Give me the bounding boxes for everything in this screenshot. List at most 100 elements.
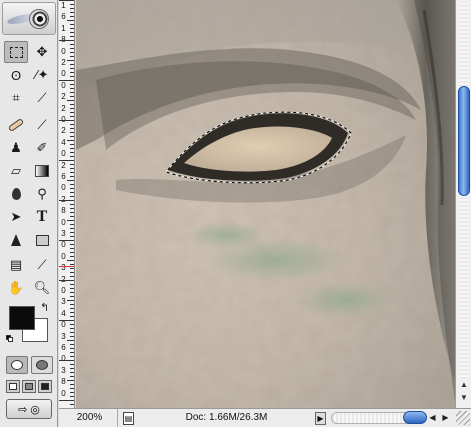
ruler-tick xyxy=(70,336,74,337)
ruler-tick xyxy=(70,292,74,293)
ruler-tick xyxy=(70,404,74,405)
ruler-tick xyxy=(70,24,74,25)
move-tool[interactable]: ✥ xyxy=(30,41,54,63)
ruler-tick xyxy=(70,248,74,249)
document-size-info: Doc: 1.66M/26.3M xyxy=(185,412,268,423)
ruler-cursor-marker xyxy=(59,266,74,267)
hand-icon: ✋ xyxy=(7,280,25,295)
document-canvas[interactable] xyxy=(76,0,455,408)
resize-grip[interactable] xyxy=(456,411,470,425)
hand-tool[interactable]: ✋ xyxy=(4,277,28,299)
crop-tool[interactable]: ⌗ xyxy=(4,87,28,109)
ruler-tick xyxy=(70,184,74,185)
foreground-color-swatch[interactable] xyxy=(9,306,35,330)
vertical-scrollbar[interactable]: ▲ ▼ xyxy=(455,0,471,408)
ruler-tick xyxy=(70,32,74,33)
imageready-icon: ◎ xyxy=(30,403,40,416)
ruler-label: 8 xyxy=(61,206,66,216)
ruler-tick xyxy=(70,48,74,49)
path-selection-tool[interactable]: ➤ xyxy=(4,206,28,228)
scroll-right-arrow[interactable]: ▶ xyxy=(440,412,451,424)
full-screen-button[interactable] xyxy=(38,380,52,393)
ruler-tick xyxy=(70,196,74,197)
ruler-tick xyxy=(70,108,74,109)
rectangular-marquee-tool[interactable] xyxy=(4,41,28,63)
ruler-tick xyxy=(70,192,74,193)
scroll-up-arrow[interactable]: ▲ xyxy=(458,380,470,392)
ruler-label: 4 xyxy=(61,308,66,318)
notes-tool[interactable]: ▤ xyxy=(4,254,28,276)
marquee-icon xyxy=(9,46,23,58)
ruler-tick xyxy=(70,16,74,17)
zoom-icon: 🔍︎ xyxy=(33,280,51,295)
notes-icon: ▤ xyxy=(9,257,23,272)
ruler-label: 4 xyxy=(61,137,66,147)
ruler-tick xyxy=(70,188,74,189)
arrow-right-icon: ⇨ xyxy=(18,403,28,416)
ruler-tick xyxy=(70,56,74,57)
default-colors-icon[interactable] xyxy=(6,335,13,342)
eraser-tool[interactable]: ▱ xyxy=(4,160,28,182)
ruler-tick xyxy=(70,312,74,313)
eyedropper-tool[interactable]: ⟋ xyxy=(30,254,54,276)
ruler-tick xyxy=(59,120,74,121)
lasso-tool[interactable]: ʘ xyxy=(4,64,28,86)
ruler-tick xyxy=(70,8,74,9)
healing-brush-tool[interactable] xyxy=(4,114,28,136)
eraser-icon: ▱ xyxy=(11,163,21,178)
pen-tool[interactable] xyxy=(4,229,28,251)
standard-mode-button[interactable] xyxy=(6,356,28,374)
ruler-tick xyxy=(67,60,74,61)
type-tool[interactable]: T xyxy=(30,206,54,228)
standard-mode-icon xyxy=(11,360,23,370)
ruler-tick xyxy=(67,100,74,101)
rectangle-tool[interactable] xyxy=(30,229,54,251)
vertical-ruler: 16180200220240260280300320340360380 xyxy=(59,0,75,408)
jump-to-imageready-button[interactable]: ⇨ ◎ xyxy=(6,399,52,419)
ruler-label: 2 xyxy=(61,126,66,136)
ruler-tick xyxy=(70,84,74,85)
type-icon: T xyxy=(36,208,48,225)
blur-tool[interactable] xyxy=(4,183,28,205)
full-screen-menu-button[interactable] xyxy=(22,380,36,393)
history-brush-tool[interactable]: ✐ xyxy=(30,137,54,159)
scroll-left-arrow[interactable]: ◀ xyxy=(427,412,438,424)
magic-wand-tool[interactable]: ⁄✦ xyxy=(30,64,54,86)
status-menu-arrow[interactable]: ▶ xyxy=(315,412,326,425)
brush-tool[interactable]: ⟋ xyxy=(30,114,54,136)
ruler-tick xyxy=(70,308,74,309)
ruler-tick xyxy=(70,252,74,253)
zoom-tool[interactable]: 🔍︎ xyxy=(30,277,54,299)
quick-mask-button[interactable] xyxy=(31,356,53,374)
ruler-tick xyxy=(59,240,74,241)
document-icon[interactable]: ▤ xyxy=(123,412,134,425)
ruler-tick xyxy=(70,324,74,325)
dodge-tool[interactable]: ⚲ xyxy=(30,183,54,205)
gradient-tool[interactable] xyxy=(30,160,54,182)
ruler-tick xyxy=(70,76,74,77)
ruler-tick xyxy=(70,12,74,13)
ruler-tick xyxy=(70,216,74,217)
ruler-tick xyxy=(70,152,74,153)
slice-tool[interactable]: ⟋ xyxy=(30,87,54,109)
zoom-level-field[interactable]: 200% xyxy=(62,409,118,427)
ruler-label: 3 xyxy=(61,365,66,375)
drop-icon xyxy=(11,188,21,200)
ruler-label: 1 xyxy=(61,23,66,33)
ruler-tick xyxy=(70,68,74,69)
standard-screen-button[interactable] xyxy=(6,380,20,393)
photo-closeup xyxy=(76,0,455,408)
swap-colors-icon[interactable]: ↰ xyxy=(40,301,49,314)
scroll-thumb[interactable] xyxy=(458,86,470,196)
ruler-tick xyxy=(70,128,74,129)
ruler-tick xyxy=(70,36,74,37)
ruler-tick xyxy=(70,124,74,125)
photoshop-logo[interactable] xyxy=(2,2,56,35)
ruler-tick xyxy=(70,104,74,105)
scroll-down-arrow[interactable]: ▼ xyxy=(458,393,470,405)
pen-icon xyxy=(11,234,21,246)
ruler-tick xyxy=(70,224,74,225)
ruler-tick xyxy=(70,228,74,229)
clone-stamp-tool[interactable]: ♟ xyxy=(4,137,28,159)
horizontal-scroll-thumb[interactable] xyxy=(403,411,427,424)
